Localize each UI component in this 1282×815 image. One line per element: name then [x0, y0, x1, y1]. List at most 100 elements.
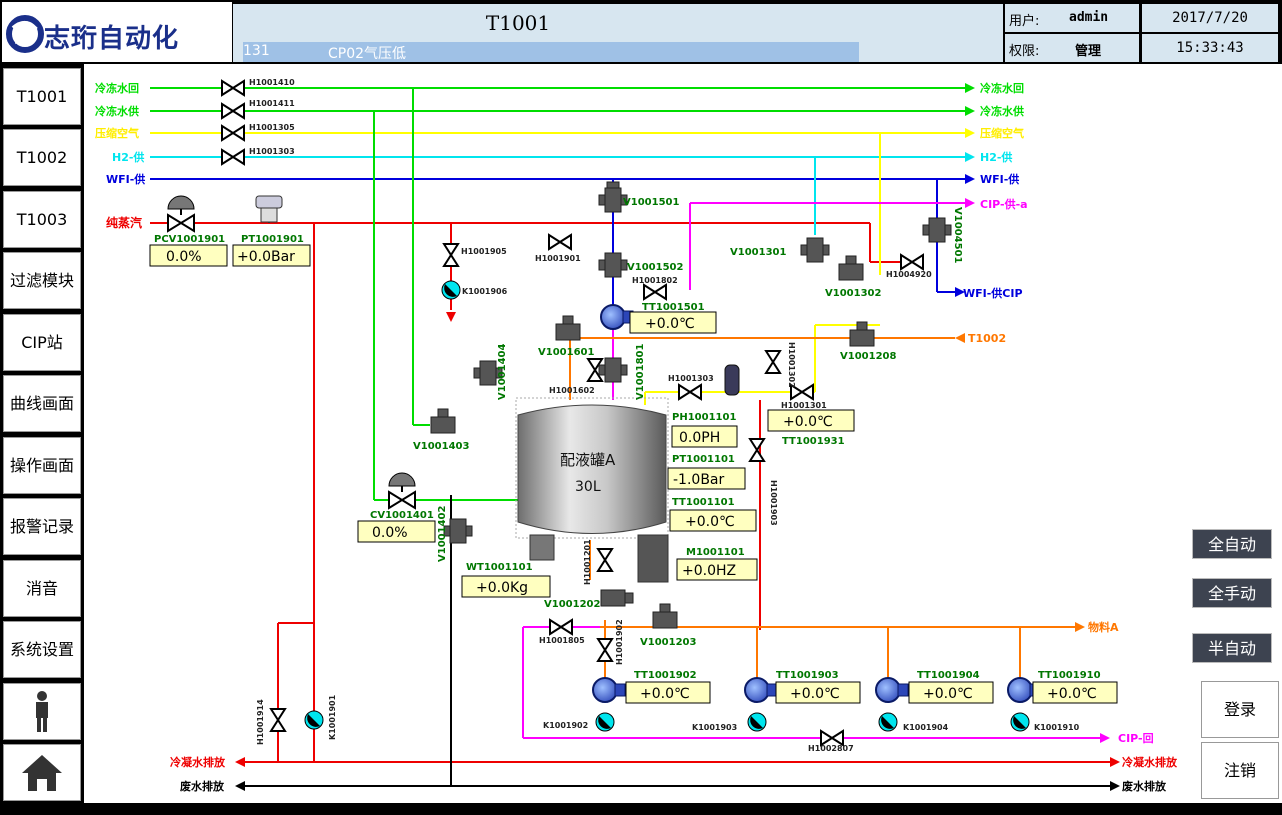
- valve-h1001201[interactable]: [596, 548, 614, 572]
- alarm-banner[interactable]: 131 CP02气压低: [243, 42, 859, 62]
- tag-h1001905: H1001905: [461, 247, 507, 256]
- reading-pt1001101[interactable]: -1.0Bar: [667, 467, 746, 490]
- valve-h1001411[interactable]: [221, 102, 245, 120]
- value-tt1001903: +0.0℃: [790, 686, 840, 702]
- nav-filter-module[interactable]: 过滤模块: [3, 252, 81, 309]
- valve-v1004501[interactable]: [922, 217, 952, 243]
- header-bar: 志珩自动化 T1001 131 CP02气压低 用户: admin 2017/7…: [0, 0, 1282, 64]
- pump-tt1001904[interactable]: [875, 677, 909, 703]
- valve-h1002807[interactable]: [820, 729, 844, 747]
- tag-pcv1001901: PCV1001901: [154, 234, 225, 245]
- nav-t1001[interactable]: T1001: [3, 68, 81, 125]
- valve-h1001902[interactable]: [596, 638, 614, 662]
- trap-k1001910[interactable]: [1010, 712, 1030, 732]
- nav-operation-screen[interactable]: 操作画面: [3, 437, 81, 494]
- valve-h1001303[interactable]: [678, 383, 702, 401]
- valve-v1001301[interactable]: [800, 237, 830, 263]
- valve-h1001914[interactable]: [269, 708, 287, 732]
- login-button[interactable]: 登录: [1201, 681, 1279, 738]
- reading-pt1001901[interactable]: +0.0Bar: [232, 244, 311, 267]
- home-button[interactable]: [3, 744, 81, 801]
- reading-ph1001101[interactable]: 0.0PH: [671, 425, 738, 448]
- role-value: 管理: [1075, 44, 1102, 59]
- tag-h1001805: H1001805: [539, 636, 585, 645]
- reading-tt1001101[interactable]: +0.0℃: [669, 509, 757, 532]
- tag-h1001410: H1001410: [249, 78, 295, 87]
- trap-k1001906[interactable]: [441, 280, 461, 300]
- reading-tt1001931[interactable]: +0.0℃: [767, 409, 855, 432]
- valve-h1001305[interactable]: [221, 124, 245, 142]
- reading-cv1001401[interactable]: 0.0%: [357, 520, 436, 543]
- trap-k1001902[interactable]: [595, 712, 615, 732]
- nav-alarm-log[interactable]: 报警记录: [3, 498, 81, 555]
- nav-system-settings[interactable]: 系统设置: [3, 621, 81, 678]
- reading-tt1001910[interactable]: +0.0℃: [1032, 681, 1118, 704]
- valve-v1001202[interactable]: [600, 589, 634, 607]
- reading-pcv1001901[interactable]: 0.0%: [149, 244, 228, 267]
- date-display: 2017/7/20: [1142, 4, 1278, 32]
- tag-k1001906: K1001906: [462, 287, 508, 296]
- valve-h1001802[interactable]: [643, 283, 667, 301]
- tag-v1001208: V1001208: [840, 351, 896, 362]
- user-button[interactable]: [3, 683, 81, 740]
- tag-k1001910: K1001910: [1034, 723, 1080, 732]
- label-h2: H2-供: [112, 150, 144, 164]
- reading-tt1001903[interactable]: +0.0℃: [775, 681, 861, 704]
- reading-tt1001501[interactable]: +0.0℃: [629, 311, 717, 334]
- label-chw-supply-out: 冷冻水供: [980, 104, 1024, 118]
- reading-wt1001101[interactable]: +0.0Kg: [461, 575, 551, 598]
- valve-h1004920[interactable]: [900, 253, 924, 271]
- tag-k1001902: K1001902: [543, 721, 588, 730]
- valve-h1001303-top[interactable]: [221, 148, 245, 166]
- valve-h1001905[interactable]: [442, 243, 460, 267]
- process-diagram: 冷冻水回 冷冻水供 冷冻水回 冷冻水供 压缩空气 压缩空气 H2-供 H2-供 …: [84, 64, 1282, 803]
- reading-tt1001904[interactable]: +0.0℃: [908, 681, 994, 704]
- trap-k1001901[interactable]: [304, 710, 324, 730]
- transmitter-pt1001901[interactable]: [255, 195, 283, 223]
- mode-full-auto-button[interactable]: 全自动: [1192, 529, 1272, 559]
- mode-full-manual-button[interactable]: 全手动: [1192, 578, 1272, 608]
- valve-cv1001401[interactable]: [388, 472, 416, 510]
- label-comp-air: 压缩空气: [95, 126, 139, 140]
- valve-h1001903[interactable]: [748, 438, 766, 462]
- valve-h1001901[interactable]: [548, 233, 572, 251]
- label-cip-return: CIP-回: [1118, 731, 1154, 745]
- pump-tt1001501-loop[interactable]: [600, 304, 634, 330]
- tag-h1001201: H1001201: [583, 539, 592, 585]
- reading-tt1001902[interactable]: +0.0℃: [625, 681, 711, 704]
- pump-tt1001903[interactable]: [744, 677, 778, 703]
- reading-m1001101[interactable]: +0.0HZ: [676, 558, 758, 581]
- valve-h1001805[interactable]: [549, 618, 573, 636]
- valve-v1001502[interactable]: [598, 252, 628, 278]
- logout-button[interactable]: 注销: [1201, 742, 1279, 799]
- tag-tt1001903: TT1001903: [776, 670, 839, 681]
- nav-cip-station[interactable]: CIP站: [3, 314, 81, 371]
- pump-tt1001902[interactable]: [592, 677, 626, 703]
- valve-v1001801[interactable]: [598, 357, 628, 383]
- trap-k1001903[interactable]: [747, 712, 767, 732]
- nav-t1002[interactable]: T1002: [3, 129, 81, 186]
- arrow-material-a: [1075, 622, 1085, 632]
- nav-silence[interactable]: 消音: [3, 560, 81, 617]
- alarm-message: CP02气压低: [328, 46, 407, 62]
- nav-t1003[interactable]: T1003: [3, 191, 81, 248]
- user-label: 用户:: [1009, 14, 1040, 29]
- tag-ph1001101: PH1001101: [672, 412, 736, 423]
- mode-semi-auto-button[interactable]: 半自动: [1192, 633, 1272, 663]
- valve-v1001203[interactable]: [652, 603, 678, 629]
- trap-k1001904[interactable]: [878, 712, 898, 732]
- valve-v1001302[interactable]: [838, 255, 864, 281]
- tag-h1001802: H1001802: [632, 276, 678, 285]
- user-value: admin: [1069, 10, 1109, 25]
- valve-h1001410[interactable]: [221, 79, 245, 97]
- valve-v1001402[interactable]: [443, 518, 473, 544]
- nav-trend-screen[interactable]: 曲线画面: [3, 375, 81, 432]
- person-icon: [36, 691, 48, 732]
- tag-cv1001401: CV1001401: [370, 510, 434, 521]
- tag-tt1001931: TT1001931: [782, 436, 845, 447]
- valve-pcv1001901[interactable]: [167, 195, 195, 233]
- valve-v1001601[interactable]: [555, 315, 581, 341]
- valve-h1001302[interactable]: [764, 350, 782, 374]
- valve-v1001403[interactable]: [430, 408, 456, 434]
- tag-h1001914: H1001914: [256, 699, 265, 745]
